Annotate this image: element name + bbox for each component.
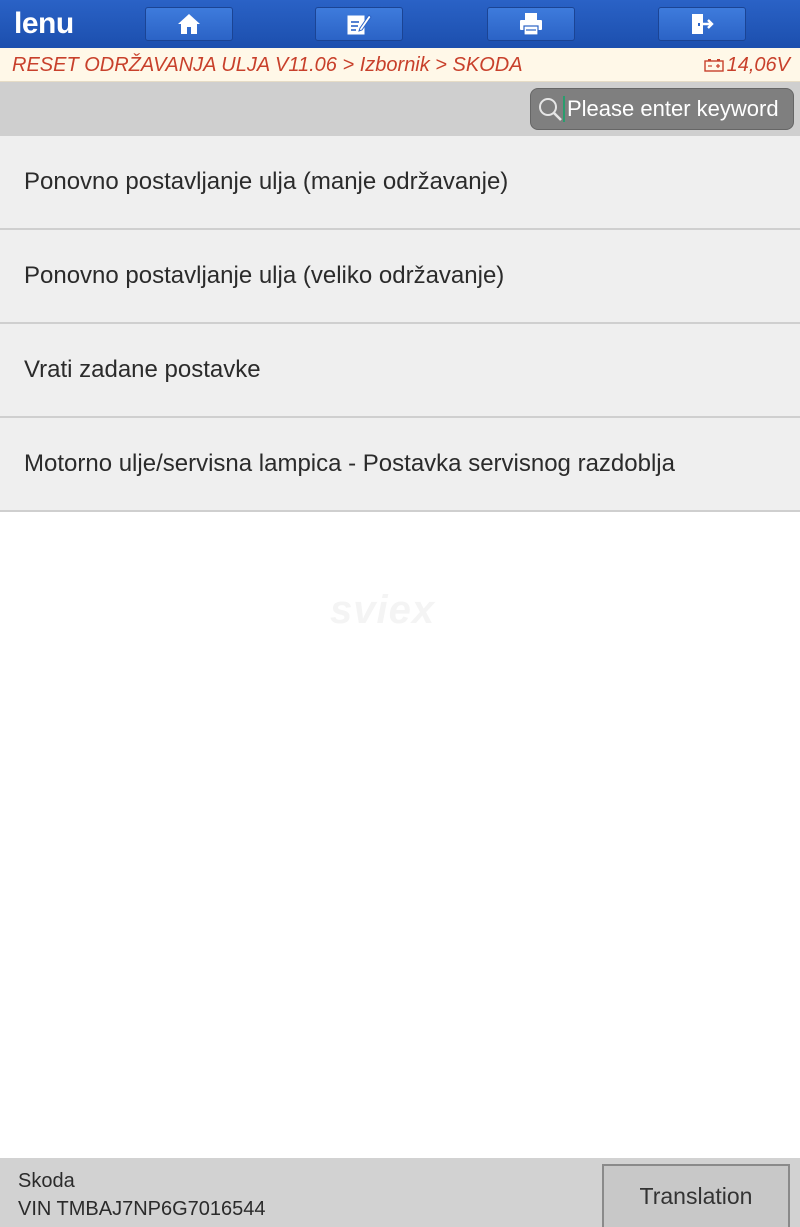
menu-item-restore-defaults[interactable]: Vrati zadane postavke <box>0 324 800 418</box>
translation-button[interactable]: Translation <box>602 1164 790 1227</box>
search-input[interactable] <box>563 96 795 122</box>
menu-item-label: Ponovno postavljanje ulja (veliko održav… <box>24 262 505 289</box>
vin-number: VIN TMBAJ7NP6G7016544 <box>18 1198 266 1220</box>
battery-icon <box>703 59 724 72</box>
menu-item-major-oil-reset[interactable]: Ponovno postavljanje ulja (veliko održav… <box>0 230 800 324</box>
voltage-indicator: 14,06V <box>703 53 790 77</box>
home-icon <box>178 14 200 34</box>
breadcrumb: RESET ODRŽAVANJA ULJA V11.06 > Izbornik … <box>12 54 523 76</box>
function-menu: Ponovno postavljanje ulja (manje održava… <box>0 136 800 512</box>
search-icon <box>537 95 563 123</box>
vehicle-info-footer: Skoda VIN TMBAJ7NP6G7016544 Translation <box>0 1158 800 1227</box>
watermark: sviex <box>330 588 436 632</box>
app-title: lenu <box>14 7 74 40</box>
menu-item-service-interval[interactable]: Motorno ulje/servisna lampica - Postavka… <box>0 418 800 512</box>
print-button[interactable] <box>487 7 575 41</box>
edit-icon <box>347 14 372 35</box>
menu-item-label: Ponovno postavljanje ulja (manje održava… <box>24 168 509 195</box>
menu-item-label: Motorno ulje/servisna lampica - Postavka… <box>24 450 675 477</box>
search-box[interactable] <box>530 88 795 130</box>
search-bar <box>0 82 800 136</box>
print-icon <box>520 13 542 36</box>
report-button[interactable] <box>315 7 403 41</box>
menu-item-minor-oil-reset[interactable]: Ponovno postavljanje ulja (manje održava… <box>0 136 800 230</box>
exit-icon <box>692 14 714 34</box>
voltage-value: 14,06V <box>726 54 790 76</box>
home-button[interactable] <box>145 7 233 41</box>
exit-button[interactable] <box>658 7 746 41</box>
vehicle-name: Skoda <box>18 1170 75 1192</box>
top-toolbar: lenu <box>0 0 800 48</box>
menu-item-label: Vrati zadane postavke <box>24 356 261 383</box>
breadcrumb-bar: RESET ODRŽAVANJA ULJA V11.06 > Izbornik … <box>0 48 800 82</box>
